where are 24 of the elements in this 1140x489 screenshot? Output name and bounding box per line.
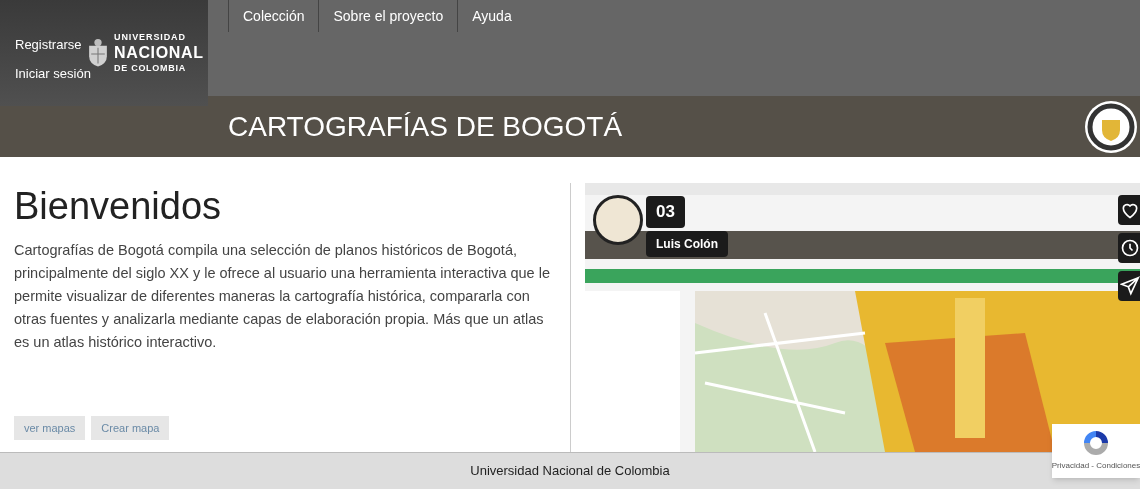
video-action-button[interactable] xyxy=(1118,271,1140,301)
footer-text: Universidad Nacional de Colombia xyxy=(470,462,670,481)
recaptcha-icon xyxy=(1081,428,1111,458)
author-label: Luis Colón xyxy=(646,231,728,257)
nav-link[interactable]: Ayuda xyxy=(457,0,526,32)
counter-badge: 03 xyxy=(646,196,685,228)
logo-text: DE COLOMBIA xyxy=(114,64,187,73)
video-player[interactable]: 03 Luis Colón xyxy=(570,183,1140,452)
account-link[interactable]: Iniciar sesión xyxy=(15,67,91,80)
logo-text: UNIVERSIDAD xyxy=(114,33,187,42)
nav-link[interactable]: Colección xyxy=(228,0,319,32)
send-icon xyxy=(1120,276,1140,296)
nav-link[interactable]: Sobre el proyecto xyxy=(318,0,458,32)
seal-icon xyxy=(1084,99,1138,154)
video-action-button[interactable] xyxy=(1118,233,1140,263)
intro-paragraph: Cartografías de Bogotá compila una selección de planos históricos de Bogotá, principalmente del siglo XX y le ofrece al usuario una herramienta interactiva que le permite visualizar de diferentes maneras la cartografía histórica, compararla con otras fuentes y analizarla mediante capas de elaboración propia. Más que un atlas es un atlas histórico interactivo. xyxy=(14,241,551,352)
video-action-button[interactable] xyxy=(1118,195,1140,225)
clock-icon xyxy=(1120,238,1140,258)
account-link[interactable]: Registrarse xyxy=(15,38,91,51)
site-title: CARTOGRAFÍAS DE BOGOTÁ xyxy=(228,109,623,144)
recaptcha-links[interactable]: Privacidad - Condiciones xyxy=(1051,460,1140,472)
welcome-heading: Bienvenidos xyxy=(14,187,223,225)
logo-text: NACIONAL xyxy=(114,45,204,61)
recaptcha-badge[interactable]: Privacidad - Condiciones xyxy=(1052,424,1140,478)
